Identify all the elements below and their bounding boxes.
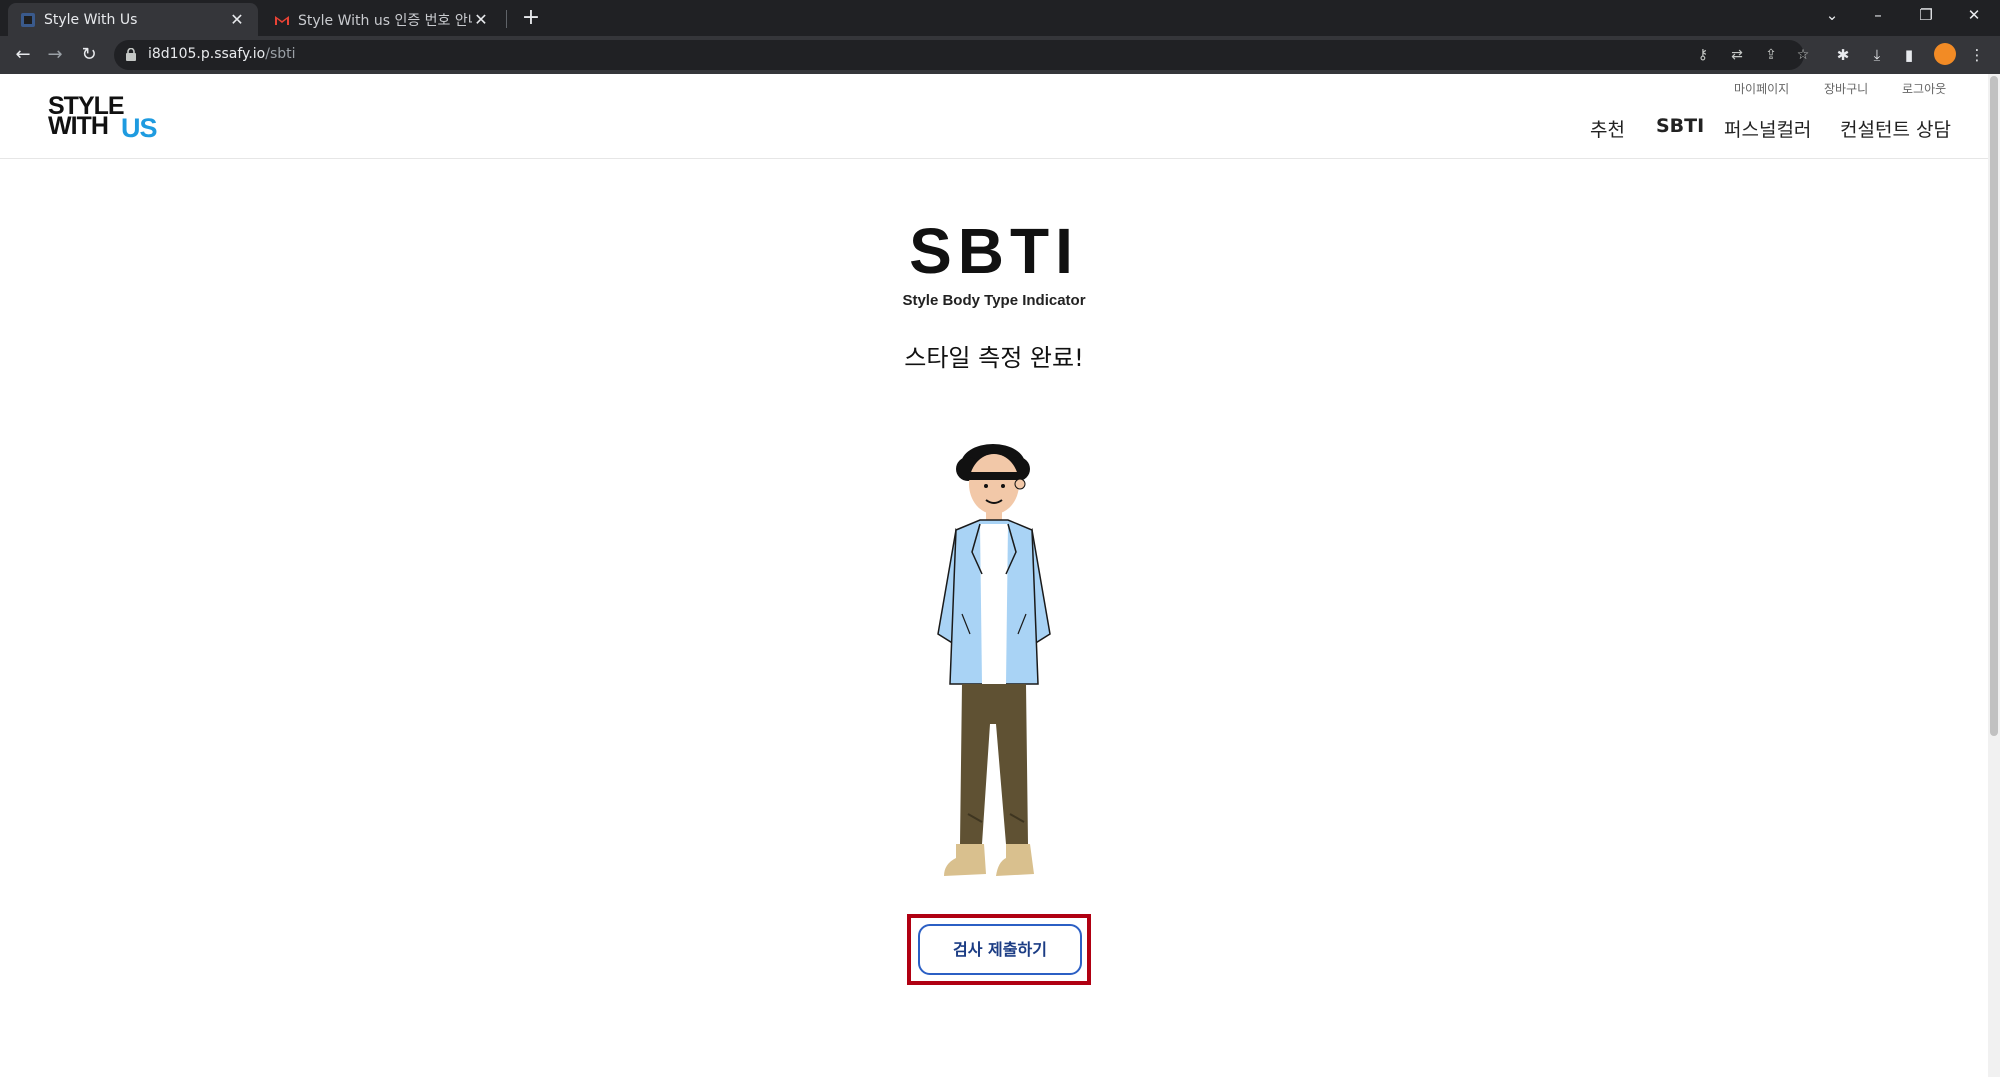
extensions-icon[interactable]: ✱ [1832, 44, 1854, 66]
gmail-icon [275, 15, 289, 25]
tab-title: Style With us 인증 번호 안내 - c [298, 12, 472, 29]
close-tab-icon[interactable]: ✕ [228, 10, 246, 29]
url-text: i8d105.p.ssafy.io/sbti [148, 46, 296, 62]
tab-title: Style With Us [44, 11, 138, 28]
site-favicon [21, 12, 35, 27]
site-logo[interactable]: STYLE WITH US [48, 94, 160, 143]
tab-search-icon[interactable]: ⌄ [1810, 0, 1854, 32]
cart-link[interactable]: 장바구니 [1824, 80, 1868, 97]
url-path: /sbti [265, 46, 296, 62]
bookmark-star-icon[interactable]: ☆ [1792, 44, 1814, 66]
profile-avatar[interactable] [1934, 43, 1956, 65]
logout-link[interactable]: 로그아웃 [1902, 80, 1946, 97]
translate-icon[interactable]: ⇄ [1726, 44, 1748, 66]
menu-kebab-icon[interactable]: ⋮ [1966, 44, 1988, 66]
tab-gmail[interactable]: Style With us 인증 번호 안내 - c ✕ [262, 3, 502, 36]
logo-accent: US [121, 113, 158, 143]
nav-consultant[interactable]: 컨설턴트 상담 [1840, 115, 1951, 142]
page-title: SBTI [909, 215, 1079, 287]
mypage-link[interactable]: 마이페이지 [1734, 80, 1789, 97]
lock-icon [126, 48, 136, 61]
tab-divider [506, 10, 507, 28]
logo-line2: WITH [48, 112, 109, 140]
tab-style-with-us[interactable]: Style With Us ✕ [8, 3, 258, 36]
nav-recommend[interactable]: 추천 [1590, 115, 1625, 142]
url-host: i8d105.p.ssafy.io [148, 46, 266, 62]
scrollbar-thumb[interactable] [1990, 76, 1998, 736]
submit-test-button[interactable]: 검사 제출하기 [918, 924, 1082, 975]
address-bar[interactable]: i8d105.p.ssafy.io/sbti ⚷ ⇄ ⇪ ☆ [114, 40, 1809, 70]
forward-icon[interactable]: → [42, 42, 68, 68]
browser-toolbar: ← → ↻ i8d105.p.ssafy.io/sbti ⚷ ⇄ ⇪ ☆ ✱ ⤓… [0, 36, 2000, 74]
nav-sbti[interactable]: SBTI [1656, 115, 1704, 137]
side-panel-icon[interactable]: ▮ [1898, 44, 1920, 66]
page-scrollbar[interactable] [1988, 74, 2000, 1077]
person-illustration [937, 444, 1051, 876]
close-tab-icon[interactable]: ✕ [472, 10, 490, 29]
key-icon[interactable]: ⚷ [1692, 44, 1714, 66]
browser-tab-bar: Style With Us ✕ Style With us 인증 번호 안내 -… [0, 0, 2000, 36]
page: STYLE WITH US 마이페이지 장바구니 로그아웃 추천 SBTI 퍼스… [0, 74, 2000, 1077]
restore-icon[interactable]: ❐ [1904, 0, 1948, 32]
page-subtitle: Style Body Type Indicator [902, 292, 1086, 309]
back-icon[interactable]: ← [10, 42, 36, 68]
download-icon[interactable]: ⤓ [1866, 44, 1888, 66]
site-header: STYLE WITH US 마이페이지 장바구니 로그아웃 추천 SBTI 퍼스… [0, 74, 1988, 159]
reload-icon[interactable]: ↻ [76, 42, 102, 68]
completion-message: 스타일 측정 완료! [904, 344, 1084, 372]
share-icon[interactable]: ⇪ [1760, 44, 1782, 66]
minimize-icon[interactable]: – [1856, 0, 1900, 32]
new-tab-button[interactable]: + [518, 6, 544, 32]
nav-personal-color[interactable]: 퍼스널컬러 [1724, 115, 1811, 142]
close-window-icon[interactable]: ✕ [1952, 0, 1996, 32]
